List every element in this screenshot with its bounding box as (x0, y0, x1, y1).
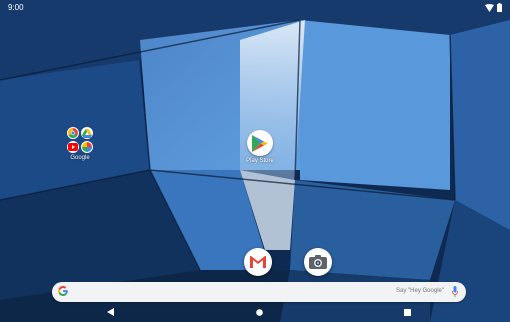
folder-icon-grid (63, 127, 97, 153)
wifi-icon (485, 3, 494, 12)
microphone-icon[interactable] (452, 286, 458, 297)
navigation-bar (0, 302, 510, 322)
overview-button[interactable] (401, 306, 413, 318)
google-search-bar[interactable]: Say "Hey Google" (52, 282, 466, 302)
folder-label: Google (70, 155, 90, 161)
status-icons (485, 3, 502, 12)
youtube-icon (67, 141, 79, 153)
google-logo-icon (58, 285, 68, 299)
camera-icon (309, 255, 327, 269)
drive-icon (81, 127, 93, 139)
status-bar: 9:00 (0, 0, 510, 16)
gmail-app[interactable] (244, 248, 272, 276)
home-icon (255, 308, 263, 316)
battery-icon (497, 3, 502, 12)
chrome-icon (67, 127, 79, 139)
play-store-label: Play Store (246, 158, 274, 164)
back-icon (106, 308, 114, 316)
google-folder[interactable]: Google (63, 127, 97, 161)
search-hint: Say "Hey Google" (396, 288, 444, 294)
overview-icon (403, 308, 411, 316)
back-button[interactable] (104, 306, 116, 318)
photos-icon (81, 141, 93, 153)
play-store-icon (247, 130, 273, 156)
gmail-icon (249, 255, 267, 269)
play-store-app[interactable]: Play Store (240, 130, 280, 164)
camera-app[interactable] (304, 248, 332, 276)
home-button[interactable] (253, 306, 265, 318)
status-time: 9:00 (8, 3, 24, 12)
